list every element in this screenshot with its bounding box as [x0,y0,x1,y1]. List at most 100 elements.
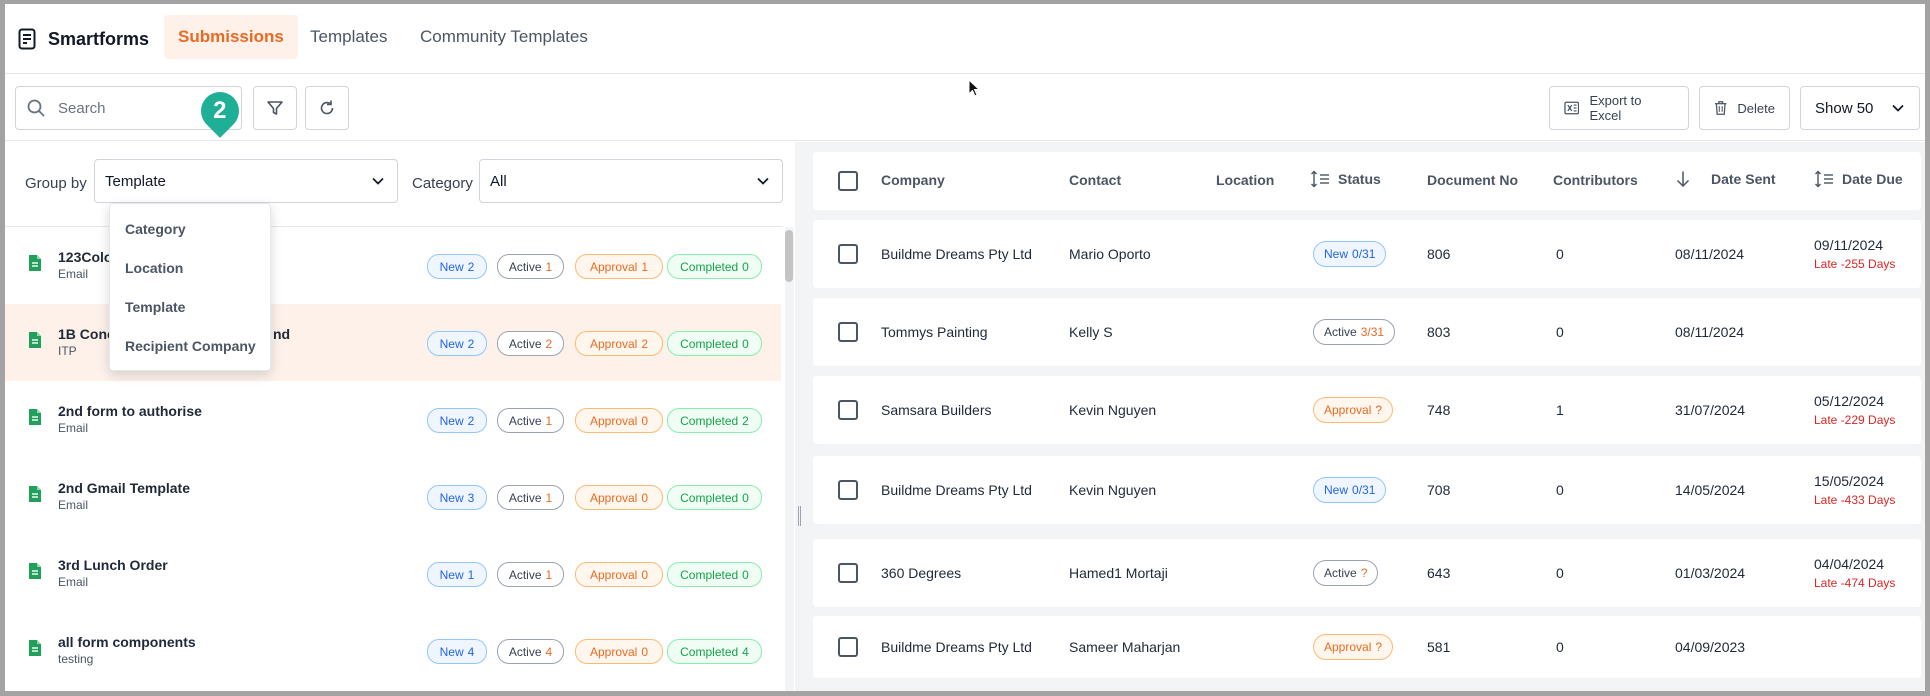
template-name: 2nd Gmail Template [58,480,190,496]
status-pill-active[interactable]: Active 4 [497,639,564,664]
column-status[interactable]: Status [1310,170,1381,188]
tab-submissions[interactable]: Submissions [164,15,298,59]
status-pill-completed[interactable]: Completed 0 [667,331,762,356]
column-date-sent[interactable]: Date Sent [1675,170,1776,188]
filter-icon [267,101,283,115]
status-pill-new[interactable]: New 1 [427,562,487,587]
status-pill-approval[interactable]: Approval 0 [575,408,663,433]
group-option-category[interactable]: Category [125,221,186,237]
tour-step-number: 2 [213,97,227,125]
status-badge[interactable]: New 0/31 [1313,477,1387,503]
pill-count: 4 [545,644,553,659]
status-pill-approval[interactable]: Approval 0 [575,639,663,664]
row-checkbox[interactable] [838,322,858,342]
status-pill-approval[interactable]: Approval 0 [575,562,663,587]
pill-count: 1 [545,567,553,582]
pill-count: 4 [467,644,475,659]
search-input[interactable] [58,99,208,117]
status-pill-approval[interactable]: Approval 2 [575,331,663,356]
status-badge[interactable]: New 0/31 [1313,241,1387,267]
group-option-location[interactable]: Location [125,260,183,276]
status-pill-active[interactable]: Active 1 [497,254,564,279]
toolbar: Export to Excel Delete Show 50 [5,75,1925,141]
status-pill-new[interactable]: New 2 [427,254,487,279]
select-all-checkbox[interactable] [838,171,858,191]
refresh-button[interactable] [305,86,349,130]
tab-templates[interactable]: Templates [296,15,401,59]
cell-contact: Kevin Nguyen [1069,402,1157,418]
status-badge[interactable]: Active 3/31 [1313,319,1396,345]
tab-community-templates[interactable]: Community Templates [406,15,602,59]
row-checkbox[interactable] [838,400,858,420]
status-badge[interactable]: Approval? [1313,397,1394,423]
status-pill-active[interactable]: Active 2 [497,331,564,356]
status-pill-active[interactable]: Active 1 [497,562,564,587]
status-pill-new[interactable]: New 2 [427,408,487,433]
status-pill-new[interactable]: New 3 [427,485,487,510]
group-by-select[interactable]: Template [94,159,398,203]
table-row[interactable]: 360 Degrees Hamed1 Mortaji Active? 643 0 01/0… [813,539,1921,607]
document-icon [27,639,43,661]
splitter-grip-icon[interactable] [798,506,801,526]
category-select[interactable]: All [479,159,783,203]
category-value: All [490,172,507,190]
table-row[interactable]: Buildme Dreams Pty Ltd Kevin Nguyen New 0/3… [813,456,1921,524]
filter-button[interactable] [253,86,297,130]
table-row[interactable]: Buildme Dreams Pty Ltd Sameer Maharjan App… [813,616,1921,678]
group-option-recipient-company[interactable]: Recipient Company [125,338,256,354]
cell-contributors: 1 [1556,402,1564,418]
status-pill-new[interactable]: New 4 [427,639,487,664]
status-pill-completed[interactable]: Completed 0 [667,562,762,587]
column-document-no[interactable]: Document No [1427,172,1518,188]
status-pill-approval[interactable]: Approval 0 [575,485,663,510]
pill-label: Approval [589,567,638,582]
document-icon [27,485,43,507]
cell-date-sent: 31/07/2024 [1675,402,1746,418]
pill-label: Active [508,336,542,351]
column-contact[interactable]: Contact [1069,172,1121,188]
table-row[interactable]: Tommys Painting Kelly S Active 3/31 803 0 08/1… [813,298,1921,366]
status-pill-active[interactable]: Active 1 [497,485,564,510]
sort-icon [1311,170,1329,188]
cell-date-sent: 04/09/2023 [1675,639,1746,655]
row-checkbox[interactable] [838,244,858,264]
panel-splitter[interactable] [795,142,805,691]
page-size-select[interactable]: Show 50 [1800,86,1920,130]
delete-button[interactable]: Delete [1699,86,1790,130]
group-option-template[interactable]: Template [125,299,185,315]
status-badge-label: Approval [1324,403,1372,417]
template-name: all form components [58,634,196,650]
status-pill-completed[interactable]: Completed 0 [667,254,762,279]
cell-date-sent: 14/05/2024 [1675,482,1746,498]
list-item[interactable]: 2nd form to authorise Email New 2 Active 1 App… [5,381,781,458]
pill-count: 1 [641,259,649,274]
status-pill-completed[interactable]: Completed 2 [667,408,762,433]
status-pill-active[interactable]: Active 1 [497,408,564,433]
template-name: 1B Conc [58,326,115,342]
status-pill-approval[interactable]: Approval 1 [575,254,663,279]
row-checkbox[interactable] [838,480,858,500]
row-checkbox[interactable] [838,563,858,583]
row-checkbox[interactable] [838,637,858,657]
status-pill-completed[interactable]: Completed 0 [667,485,762,510]
list-scrollbar-thumb[interactable] [785,230,793,282]
brand[interactable]: Smartforms [18,28,149,50]
export-excel-button[interactable]: Export to Excel [1549,86,1689,130]
table-row[interactable]: Buildme Dreams Pty Ltd Mario Oporto New 0/3… [813,220,1921,288]
pill-label: New [439,490,464,505]
column-company[interactable]: Company [881,172,945,188]
pill-count: 0 [742,567,749,582]
column-contributors[interactable]: Contributors [1553,172,1638,188]
list-item[interactable]: 2nd Gmail Template Email New 3 Active 1 Approv… [5,458,781,535]
status-pill-completed[interactable]: Completed 4 [667,639,762,664]
status-pill-new[interactable]: New 2 [427,331,487,356]
template-name: 2nd form to authorise [58,403,202,419]
list-item[interactable]: all form components testing New 4 Active 4 App… [5,612,781,689]
column-date-due[interactable]: Date Due [1814,170,1903,188]
column-location[interactable]: Location [1216,172,1274,188]
table-row[interactable]: Samsara Builders Kevin Nguyen Approval? 748… [813,376,1921,444]
list-item[interactable]: 3rd Lunch Order Email New 1 Active 1 Approval 0… [5,535,781,612]
status-badge[interactable]: Approval? [1313,634,1394,660]
list-scrollbar-track[interactable] [785,227,794,691]
status-badge[interactable]: Active? [1313,560,1379,586]
